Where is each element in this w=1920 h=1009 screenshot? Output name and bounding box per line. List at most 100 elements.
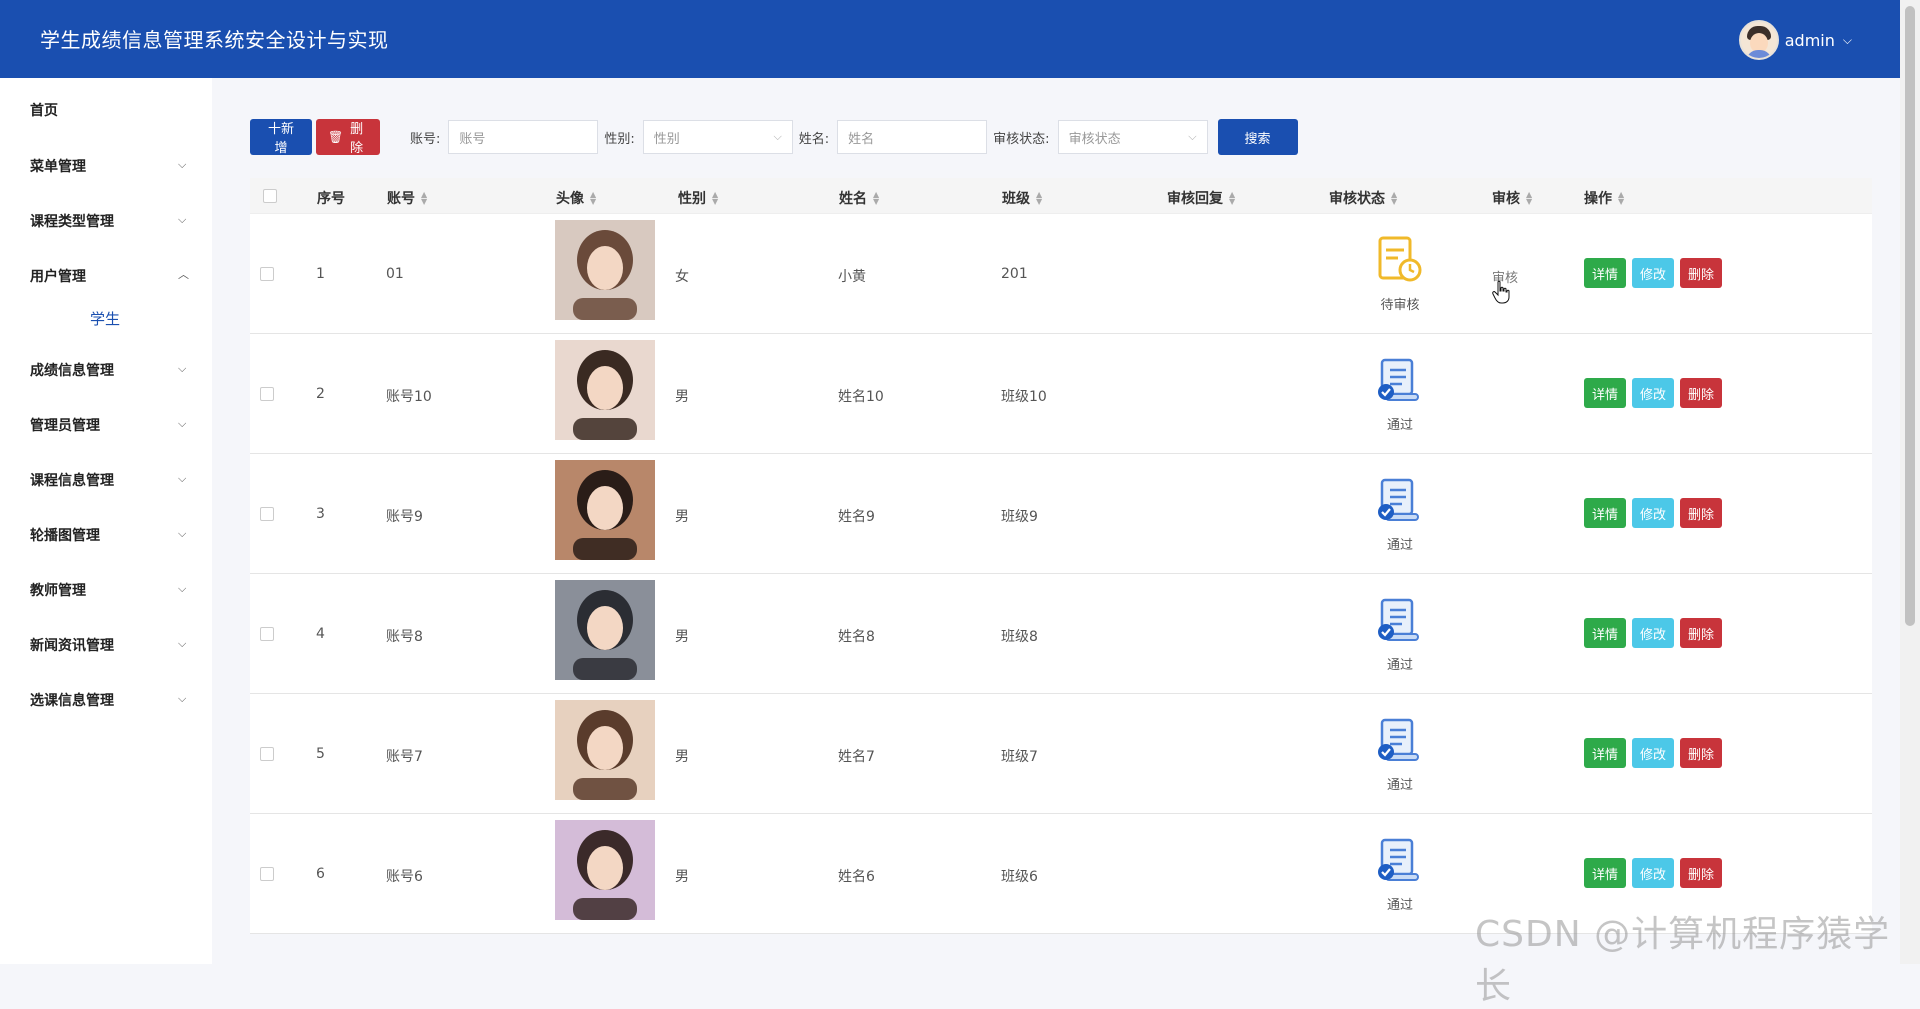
sort-icon[interactable]: ▲ ▼ [1391, 191, 1397, 206]
sidebar-item-carousel[interactable]: 轮播图管理 [30, 525, 100, 545]
scrollbar-thumb[interactable] [1905, 6, 1915, 626]
row-checkbox[interactable] [260, 747, 274, 761]
header-audit-reply[interactable]: 审核回复 ▲ ▼ [1167, 188, 1235, 208]
table-row[interactable]: 5 账号7 男 姓名7 班级7 通过 详情 修改 删除 [250, 694, 1872, 814]
edit-button[interactable]: 修改 [1632, 738, 1675, 768]
table-row[interactable]: 1 01 女 小黄 201 待审核 审核 详情 修改 删除 [250, 214, 1872, 334]
delete-button[interactable]: 删除 [1680, 378, 1723, 408]
avatar-photo [555, 820, 655, 920]
row-checkbox[interactable] [260, 507, 274, 521]
watermark-text: CSDN @计算机程序猿学长 [1475, 914, 1891, 1007]
user-avatar-icon[interactable] [1738, 20, 1779, 60]
edit-button[interactable]: 修改 [1632, 618, 1675, 648]
row-checkbox[interactable] [260, 387, 274, 401]
sidebar-item-course-type[interactable]: 课程类型管理 [30, 211, 114, 231]
sidebar-item-course-selection[interactable]: 选课信息管理 [30, 690, 114, 710]
sort-icon[interactable]: ▲ ▼ [590, 191, 596, 206]
sidebar-item-admins[interactable]: 管理员管理 [30, 415, 100, 435]
chevron-down-icon[interactable]: ⌵ [178, 582, 186, 596]
cell-audit-status: 通过 [1386, 898, 1413, 913]
edit-button[interactable]: 修改 [1632, 258, 1675, 288]
batch-delete-button[interactable]: 🗑 删除 [316, 119, 380, 156]
header-account[interactable]: 账号 ▲ ▼ [387, 188, 427, 208]
account-input[interactable]: 账号 [448, 120, 599, 154]
sidebar-item-grades[interactable]: 成绩信息管理 [30, 360, 114, 380]
sidebar-item-menu[interactable]: 菜单管理 [30, 156, 86, 176]
cell-index: 4 [316, 626, 325, 642]
detail-button[interactable]: 详情 [1584, 618, 1627, 648]
row-actions: 详情 修改 删除 [1584, 258, 1723, 288]
delete-button[interactable]: 删除 [1680, 858, 1723, 888]
chevron-down-icon[interactable]: ⌵ [178, 213, 186, 227]
sort-icon[interactable]: ▲ ▼ [1229, 191, 1235, 206]
detail-button[interactable]: 详情 [1584, 258, 1627, 288]
user-menu[interactable]: admin ⌵ [1738, 20, 1852, 60]
detail-button[interactable]: 详情 [1584, 498, 1627, 528]
chevron-up-icon[interactable]: ︿ [178, 266, 189, 282]
delete-button[interactable]: 删除 [1680, 258, 1723, 288]
edit-button[interactable]: 修改 [1632, 498, 1675, 528]
delete-button[interactable]: 删除 [1680, 738, 1723, 768]
chevron-down-icon[interactable]: ⌵ [178, 637, 186, 651]
add-button[interactable]: 十新增 [250, 119, 312, 156]
row-actions: 详情 修改 删除 [1584, 738, 1723, 768]
chevron-down-icon[interactable]: ⌵ [178, 692, 186, 706]
gender-select[interactable]: 性别 ⌵ [642, 120, 793, 154]
cell-account: 账号7 [386, 749, 423, 765]
header-audit-status[interactable]: 审核状态 ▲ ▼ [1329, 188, 1397, 208]
audit-status-select-value: 审核状态 [1068, 131, 1121, 147]
avatar-photo [555, 220, 655, 320]
sidebar-item-home[interactable]: 首页 [30, 100, 58, 120]
table-row[interactable]: 2 账号10 男 姓名10 班级10 通过 详情 修改 删除 [250, 334, 1872, 454]
sidebar-item-users[interactable]: 用户管理 [30, 266, 86, 286]
row-checkbox[interactable] [260, 627, 274, 641]
delete-button[interactable]: 删除 [1680, 498, 1723, 528]
audit-status-select[interactable]: 审核状态 ⌵ [1057, 120, 1208, 154]
sidebar-item-teachers[interactable]: 教师管理 [30, 580, 86, 600]
detail-button[interactable]: 详情 [1584, 738, 1627, 768]
row-checkbox[interactable] [260, 267, 274, 281]
cell-account: 账号9 [386, 509, 423, 525]
table-row[interactable]: 4 账号8 男 姓名8 班级8 通过 详情 修改 删除 [250, 574, 1872, 694]
sidebar-item-courses[interactable]: 课程信息管理 [30, 470, 114, 490]
sort-icon[interactable]: ▲ ▼ [1618, 191, 1624, 206]
student-table: 序号 账号 ▲ ▼ 头像 ▲ ▼ 性别 ▲ ▼ 姓名 ▲ ▼ 班级 ▲ ▼ 审核回复 ▲ ▼ 审核状态 ▲… [250, 178, 1872, 934]
header-gender[interactable]: 性别 ▲ ▼ [678, 188, 718, 208]
edit-button[interactable]: 修改 [1632, 858, 1675, 888]
vertical-scrollbar[interactable] [1900, 0, 1920, 964]
chevron-down-icon[interactable]: ⌵ [178, 472, 186, 486]
delete-button[interactable]: 删除 [1680, 618, 1723, 648]
sort-icon[interactable]: ▲ ▼ [421, 191, 427, 206]
header-avatar[interactable]: 头像 ▲ ▼ [556, 188, 596, 208]
table-body: 1 01 女 小黄 201 待审核 审核 详情 修改 删除 2 账号10 男 姓… [250, 214, 1872, 934]
header-name[interactable]: 姓名 ▲ ▼ [839, 188, 879, 208]
select-all-checkbox[interactable] [263, 189, 277, 203]
detail-button[interactable]: 详情 [1584, 858, 1627, 888]
edit-button[interactable]: 修改 [1632, 378, 1675, 408]
cell-index: 6 [316, 866, 325, 882]
user-name[interactable]: admin [1785, 31, 1835, 50]
sort-icon[interactable]: ▲ ▼ [1526, 191, 1532, 206]
chevron-down-icon[interactable]: ⌵ [178, 362, 186, 376]
sort-icon[interactable]: ▲ ▼ [712, 191, 718, 206]
sort-icon[interactable]: ▲ ▼ [873, 191, 879, 206]
header-ops[interactable]: 操作 ▲ ▼ [1584, 188, 1624, 208]
name-input[interactable]: 姓名 [837, 120, 988, 154]
sidebar-item-news[interactable]: 新闻资讯管理 [30, 635, 114, 655]
sidebar-subitem-student[interactable]: 学生 [90, 308, 120, 329]
row-actions: 详情 修改 删除 [1584, 858, 1723, 888]
header-audit[interactable]: 审核 ▲ ▼ [1492, 188, 1532, 208]
pending-review-icon [1378, 236, 1422, 282]
chevron-down-icon[interactable]: ⌵ [1843, 33, 1852, 48]
sort-icon[interactable]: ▲ ▼ [1036, 191, 1042, 206]
chevron-down-icon[interactable]: ⌵ [178, 158, 186, 172]
table-row[interactable]: 3 账号9 男 姓名9 班级9 通过 详情 修改 删除 [250, 454, 1872, 574]
chevron-down-icon[interactable]: ⌵ [178, 527, 186, 541]
detail-button[interactable]: 详情 [1584, 378, 1627, 408]
row-checkbox[interactable] [260, 867, 274, 881]
cell-account: 账号6 [386, 869, 423, 885]
header-class[interactable]: 班级 ▲ ▼ [1002, 188, 1042, 208]
chevron-down-icon[interactable]: ⌵ [178, 417, 186, 431]
avatar-photo [555, 340, 655, 440]
search-button[interactable]: 搜索 [1217, 119, 1298, 155]
